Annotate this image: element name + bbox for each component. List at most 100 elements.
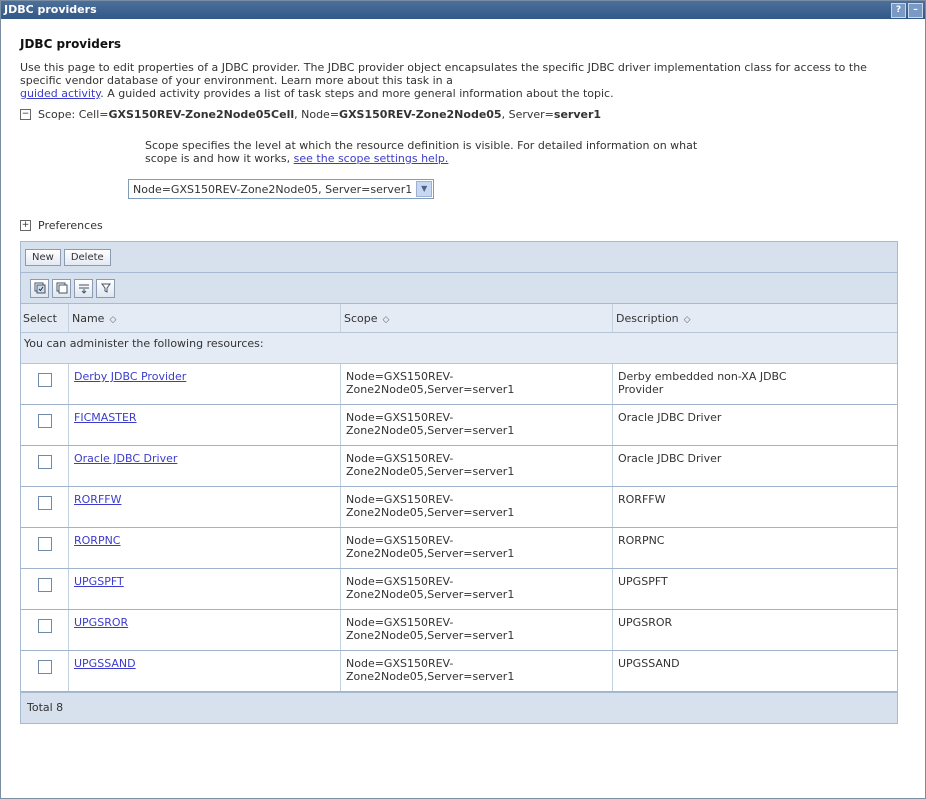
sort-icon[interactable]: ◇ bbox=[383, 315, 390, 325]
row-scope-line1: Node=GXS150REV- bbox=[346, 534, 454, 547]
row-name-cell: Oracle JDBC Driver bbox=[68, 445, 341, 487]
row-scope-line1: Node=GXS150REV- bbox=[346, 493, 454, 506]
table-row: UPGSSAND Node=GXS150REV- Zone2Node05,Serve… bbox=[21, 650, 897, 692]
row-select-cell bbox=[21, 609, 69, 651]
row-select-cell bbox=[21, 404, 69, 446]
scope-cell: GXS150REV-Zone2Node05Cell bbox=[108, 108, 295, 121]
scope-line: − Scope: Cell= GXS150REV-Zone2Node05Cell,… bbox=[20, 108, 602, 121]
row-checkbox[interactable] bbox=[37, 660, 52, 674]
column-description[interactable]: Description ◇ bbox=[612, 304, 897, 333]
row-name-cell: RORPNC bbox=[68, 527, 341, 569]
scope-help-text: Scope specifies the level at which the r… bbox=[145, 139, 698, 165]
provider-link[interactable]: Derby JDBC Provider bbox=[74, 370, 186, 383]
row-select-cell bbox=[21, 363, 69, 405]
preferences-section[interactable]: + Preferences bbox=[20, 219, 925, 232]
provider-link[interactable]: UPGSPFT bbox=[74, 575, 124, 588]
column-select: Select bbox=[21, 304, 69, 333]
provider-link[interactable]: Oracle JDBC Driver bbox=[74, 452, 177, 465]
row-scope-cell: Node=GXS150REV- Zone2Node05,Server=server… bbox=[340, 650, 613, 692]
scope-dropdown[interactable]: Node=GXS150REV-Zone2Node05, Server=serve… bbox=[128, 179, 435, 199]
row-scope-line2: Zone2Node05,Server=server1 bbox=[346, 547, 515, 560]
row-checkbox[interactable] bbox=[37, 455, 52, 469]
row-description-cell: RORPNC bbox=[612, 527, 897, 569]
select-all-icon[interactable] bbox=[30, 278, 49, 298]
provider-link[interactable]: FICMASTER bbox=[74, 411, 137, 424]
collapse-icon[interactable]: − bbox=[20, 109, 31, 120]
scope-server: server1 bbox=[553, 108, 602, 121]
scope-dropdown-value: Node=GXS150REV-Zone2Node05, Server=serve… bbox=[133, 182, 413, 196]
preferences-label[interactable]: Preferences bbox=[38, 219, 103, 232]
row-scope-line1: Node=GXS150REV- bbox=[346, 370, 454, 383]
provider-link[interactable]: UPGSSAND bbox=[74, 657, 136, 670]
page-title: JDBC providers bbox=[20, 37, 122, 51]
scope-node: GXS150REV-Zone2Node05 bbox=[339, 108, 502, 121]
provider-link[interactable]: RORFFW bbox=[74, 493, 121, 506]
row-description-cell: Oracle JDBC Driver bbox=[612, 445, 897, 487]
provider-link[interactable]: UPGSROR bbox=[74, 616, 128, 629]
row-checkbox[interactable] bbox=[37, 619, 52, 633]
row-scope-cell: Node=GXS150REV- Zone2Node05,Server=server… bbox=[340, 486, 613, 528]
table-row: RORFFW Node=GXS150REV- Zone2Node05,Server=… bbox=[21, 486, 897, 528]
row-scope-line2: Zone2Node05,Server=server1 bbox=[346, 629, 515, 642]
row-checkbox[interactable] bbox=[37, 578, 52, 592]
row-scope-line2: Zone2Node05,Server=server1 bbox=[346, 670, 515, 683]
table-row: FICMASTER Node=GXS150REV- Zone2Node05,Serv… bbox=[21, 404, 897, 446]
icon-toolbar bbox=[21, 273, 897, 304]
show-filter-icon[interactable] bbox=[74, 278, 93, 298]
row-name-cell: Derby JDBC Provider bbox=[68, 363, 341, 405]
row-scope-line1: Node=GXS150REV- bbox=[346, 452, 454, 465]
sort-icon[interactable]: ◇ bbox=[109, 315, 116, 325]
row-checkbox[interactable] bbox=[37, 537, 52, 551]
row-scope-line1: Node=GXS150REV- bbox=[346, 411, 454, 424]
row-description-cell: UPGSROR bbox=[612, 609, 897, 651]
delete-button[interactable]: Delete bbox=[63, 248, 111, 266]
guided-activity-link[interactable]: guided activity bbox=[20, 87, 100, 100]
row-name-cell: UPGSPFT bbox=[68, 568, 341, 610]
title-bar: JDBC providers ? – bbox=[1, 1, 925, 19]
providers-panel: New Delete Select Name ◇ Scope ◇ Descrip… bbox=[20, 241, 898, 724]
row-description: UPGSSAND bbox=[618, 657, 680, 670]
row-checkbox[interactable] bbox=[37, 496, 52, 510]
row-description: RORPNC bbox=[618, 534, 665, 547]
table-row: Derby JDBC Provider Node=GXS150REV- Zone2N… bbox=[21, 363, 897, 405]
window-title: JDBC providers bbox=[4, 3, 97, 16]
row-scope-line2: Zone2Node05,Server=server1 bbox=[346, 588, 515, 601]
minimize-icon[interactable]: – bbox=[908, 3, 923, 18]
table-total: Total 8 bbox=[21, 692, 897, 723]
row-scope-line1: Node=GXS150REV- bbox=[346, 575, 454, 588]
row-description-cell: Derby embedded non-XA JDBC Provider bbox=[612, 363, 897, 405]
row-scope-line1: Node=GXS150REV- bbox=[346, 657, 454, 670]
deselect-all-icon[interactable] bbox=[52, 278, 71, 298]
row-description: Derby embedded non-XA JDBC Provider bbox=[618, 370, 787, 396]
clear-filter-icon[interactable] bbox=[96, 278, 115, 298]
column-name[interactable]: Name ◇ bbox=[68, 304, 341, 333]
row-select-cell bbox=[21, 527, 69, 569]
row-scope-line2: Zone2Node05,Server=server1 bbox=[346, 506, 515, 519]
row-description-cell: UPGSPFT bbox=[612, 568, 897, 610]
scope-settings-help-link[interactable]: see the scope settings help. bbox=[294, 152, 449, 165]
help-icon[interactable]: ? bbox=[891, 3, 906, 18]
row-select-cell bbox=[21, 650, 69, 692]
row-name-cell: UPGSROR bbox=[68, 609, 341, 651]
row-select-cell bbox=[21, 568, 69, 610]
row-checkbox[interactable] bbox=[37, 414, 52, 428]
new-button[interactable]: New bbox=[25, 248, 61, 266]
provider-link[interactable]: RORPNC bbox=[74, 534, 121, 547]
table-caption-row: You can administer the following resourc… bbox=[21, 332, 897, 364]
row-checkbox[interactable] bbox=[37, 373, 52, 387]
row-scope-line2: Zone2Node05,Server=server1 bbox=[346, 383, 515, 396]
chevron-down-icon[interactable]: ▼ bbox=[416, 181, 433, 197]
row-name-cell: RORFFW bbox=[68, 486, 341, 528]
row-scope-cell: Node=GXS150REV- Zone2Node05,Server=server… bbox=[340, 568, 613, 610]
intro-text: Use this page to edit properties of a JD… bbox=[20, 61, 867, 100]
table-row: UPGSPFT Node=GXS150REV- Zone2Node05,Server… bbox=[21, 568, 897, 610]
row-scope-cell: Node=GXS150REV- Zone2Node05,Server=server… bbox=[340, 527, 613, 569]
column-scope[interactable]: Scope ◇ bbox=[340, 304, 613, 333]
row-select-cell bbox=[21, 445, 69, 487]
jdbc-providers-portlet: JDBC providers ? – JDBC providers Use th… bbox=[0, 0, 926, 799]
row-description-cell: RORFFW bbox=[612, 486, 897, 528]
row-description: UPGSPFT bbox=[618, 575, 668, 588]
sort-icon[interactable]: ◇ bbox=[684, 315, 691, 325]
expand-icon[interactable]: + bbox=[20, 220, 31, 231]
providers-table: Select Name ◇ Scope ◇ Description ◇ You can… bbox=[21, 304, 897, 692]
